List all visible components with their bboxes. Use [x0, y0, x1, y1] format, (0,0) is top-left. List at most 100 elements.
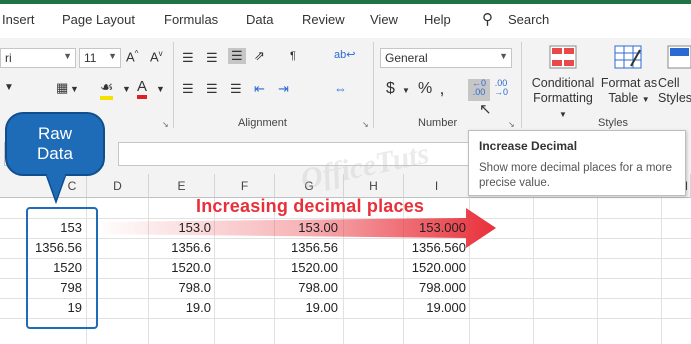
raw-data-callout: Raw Data: [5, 112, 105, 176]
cell-e7[interactable]: 1520.0: [150, 258, 211, 278]
format-as-table-button[interactable]: Format as Table ▼: [600, 76, 658, 107]
align-bottom-icon[interactable]: ☰: [228, 48, 246, 64]
decrease-indent-icon[interactable]: ⇤: [254, 81, 265, 97]
raw-data-highlight: [26, 207, 98, 329]
tab-insert[interactable]: Insert: [2, 12, 35, 27]
paragraph-direction-icon[interactable]: ¶: [290, 50, 296, 62]
cell-g5[interactable]: 153.00: [276, 218, 338, 238]
tab-formulas[interactable]: Formulas: [164, 12, 218, 27]
chevron-down-icon[interactable]: ▼: [122, 84, 131, 94]
chevron-down-icon: ▼: [559, 110, 567, 119]
search-label[interactable]: Search: [508, 12, 549, 27]
cell-g6[interactable]: 1356.56: [276, 238, 338, 258]
cell-i8[interactable]: 798.000: [405, 278, 466, 298]
column-header-f[interactable]: F: [215, 174, 275, 198]
tab-help[interactable]: Help: [424, 12, 451, 27]
align-right-icon[interactable]: ☰: [230, 81, 242, 97]
format-as-table-sublabel: Table: [608, 91, 639, 105]
increase-indent-icon[interactable]: ⇥: [278, 81, 289, 97]
cell-g9[interactable]: 19.00: [276, 298, 338, 318]
cell-styles-button[interactable]: Cell Styles: [658, 76, 691, 106]
increase-decimal-tooltip: Increase Decimal Show more decimal place…: [468, 130, 686, 196]
tab-view[interactable]: View: [370, 12, 398, 27]
number-dialog-launcher-icon[interactable]: ↘: [508, 120, 515, 129]
number-format-combo[interactable]: General ▼: [380, 48, 512, 68]
group-label-styles: Styles: [598, 117, 628, 129]
cell-i9[interactable]: 19.000: [405, 298, 466, 318]
search-icon[interactable]: ⚲: [482, 10, 493, 28]
cell-i6[interactable]: 1356.560: [405, 238, 466, 258]
format-as-table-icon[interactable]: [613, 44, 643, 70]
tab-data[interactable]: Data: [246, 12, 273, 27]
format-as-table-label: Format as: [600, 76, 658, 90]
merge-center-icon[interactable]: ⇔: [334, 81, 347, 96]
chevron-down-icon: ▼: [641, 95, 650, 104]
chevron-down-icon[interactable]: ▼: [70, 84, 79, 94]
cell-styles-icon[interactable]: [666, 44, 691, 70]
gridline: [0, 258, 691, 259]
gridline: [0, 298, 691, 299]
number-format-value: General: [385, 51, 428, 65]
cell-g7[interactable]: 1520.00: [276, 258, 338, 278]
chevron-down-icon: ▼: [108, 51, 117, 61]
font-dialog-launcher-icon[interactable]: ↘: [162, 120, 169, 129]
cell-e9[interactable]: 19.0: [150, 298, 211, 318]
conditional-formatting-label: Conditional: [531, 76, 595, 90]
tooltip-body: Show more decimal places for a more prec…: [479, 162, 673, 189]
cell-e5[interactable]: 153.0: [150, 218, 211, 238]
font-name-value: ri: [5, 51, 12, 65]
chevron-down-icon[interactable]: ▼: [156, 84, 165, 94]
cell-e8[interactable]: 798.0: [150, 278, 211, 298]
gridline: [0, 278, 691, 279]
cell-i5[interactable]: 153.000: [405, 218, 466, 238]
align-top-icon[interactable]: ☰: [182, 50, 194, 66]
gridline: [533, 198, 534, 344]
arrow-label: Increasing decimal places: [196, 196, 425, 216]
cell-g8[interactable]: 798.00: [276, 278, 338, 298]
shrink-font-button[interactable]: Av: [150, 49, 163, 64]
cell-i7[interactable]: 1520.000: [405, 258, 466, 278]
align-left-icon[interactable]: ☰: [182, 81, 194, 97]
comma-style-icon[interactable]: ‚: [440, 78, 444, 99]
font-color-icon[interactable]: A: [137, 78, 148, 99]
percent-style-icon[interactable]: %: [418, 80, 432, 98]
format-as-table-graphic: [614, 45, 642, 69]
wrap-text-icon[interactable]: ab↩: [334, 48, 355, 61]
divider: [173, 42, 174, 128]
increase-decimal-button[interactable]: ←0.00: [468, 79, 490, 101]
align-center-icon[interactable]: ☰: [206, 81, 218, 97]
gridline: [597, 198, 598, 344]
column-header-d[interactable]: D: [87, 174, 149, 198]
cell-styles-label: Cell: [658, 76, 680, 90]
cell-e6[interactable]: 1356.6: [150, 238, 211, 258]
orientation-icon[interactable]: ⇗: [254, 48, 265, 64]
font-size-value: 11: [84, 51, 97, 65]
divider: [521, 42, 522, 128]
accounting-format-icon[interactable]: $: [386, 80, 395, 98]
decrease-decimal-button[interactable]: .00 →0: [494, 79, 508, 97]
tab-review[interactable]: Review: [302, 12, 345, 27]
dropdown-arrow-icon[interactable]: ▼: [4, 82, 14, 93]
fill-color-icon[interactable]: ☙: [100, 78, 114, 100]
alignment-dialog-launcher-icon[interactable]: ↘: [362, 120, 369, 129]
conditional-formatting-icon[interactable]: [548, 44, 578, 70]
conditional-formatting-graphic: [549, 45, 577, 69]
grow-font-button[interactable]: A^: [126, 49, 138, 64]
font-size-combo[interactable]: 11 ▼: [79, 48, 121, 68]
align-middle-icon[interactable]: ☰: [206, 50, 218, 66]
ribbon-tab-bar: Insert Page Layout Formulas Data Review …: [0, 0, 691, 38]
conditional-formatting-button[interactable]: Conditional Formatting ▼: [530, 76, 596, 122]
cell-styles-graphic: [667, 45, 691, 69]
column-header-e[interactable]: E: [149, 174, 215, 198]
gridline: [0, 318, 691, 319]
font-name-combo[interactable]: ri ▼: [0, 48, 76, 68]
column-header-i[interactable]: I: [404, 174, 470, 198]
borders-icon[interactable]: ▦: [56, 80, 68, 96]
divider: [373, 42, 374, 128]
chevron-down-icon[interactable]: ▼: [402, 86, 410, 95]
chevron-down-icon: ▼: [63, 51, 72, 61]
callout-pointer: [45, 174, 67, 204]
group-label-alignment: Alignment: [238, 117, 287, 129]
tab-page-layout[interactable]: Page Layout: [62, 12, 135, 27]
conditional-formatting-sublabel: Formatting: [533, 91, 593, 105]
